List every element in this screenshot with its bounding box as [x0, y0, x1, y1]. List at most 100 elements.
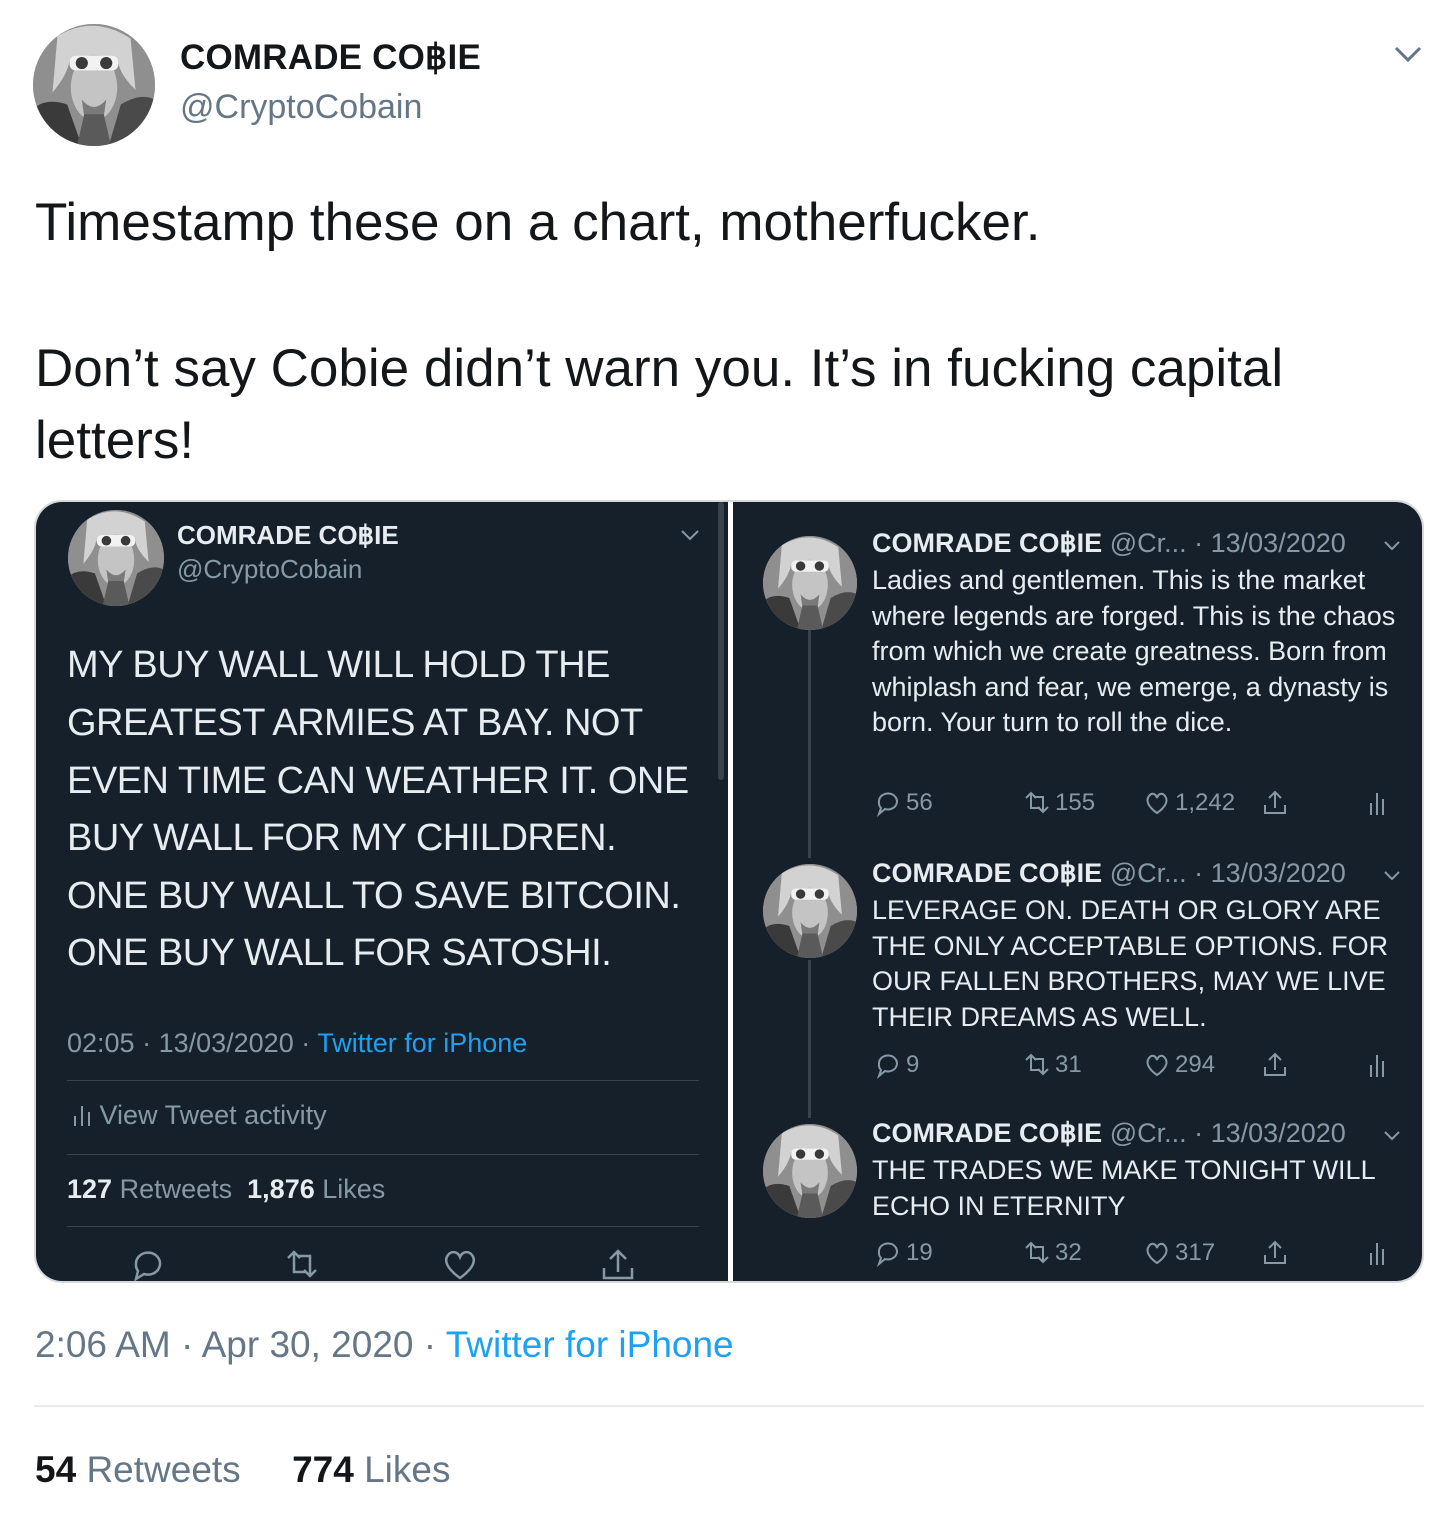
engagement-counts: 127 Retweets 1,876 Likes	[67, 1174, 385, 1205]
tweet-time[interactable]: 2:06 AM	[35, 1324, 171, 1365]
thread-line	[808, 960, 811, 1118]
tweet-timestamp: 2:06 AM · Apr 30, 2020 · Twitter for iPh…	[35, 1324, 734, 1365]
retweet-arrows-icon	[287, 1250, 317, 1278]
author-name: COMRADE CO฿IE	[872, 528, 1103, 558]
wall-text-line: ONE BUY WALL FOR SATOSHI.	[67, 932, 612, 974]
retweets-link[interactable]: 54 Retweets	[35, 1449, 251, 1490]
tweet-time: 02:05	[67, 1028, 135, 1058]
share-action	[1261, 1238, 1289, 1268]
speech-bubble-icon	[134, 1251, 162, 1281]
divider	[67, 1154, 699, 1155]
speech-bubble-icon	[876, 1242, 898, 1267]
avatar	[763, 864, 857, 958]
share-upload-icon	[602, 1249, 634, 1280]
author-handle: @Cr...	[1109, 528, 1187, 558]
tweet-date: 13/03/2020	[1210, 1118, 1346, 1148]
tweet-text: LEVERAGE ON. DEATH OR GLORY ARE THE ONLY…	[872, 895, 1389, 1032]
retweet-count: 31	[1055, 1051, 1082, 1078]
bar-chart-icon	[1370, 1055, 1384, 1077]
analytics-action	[1363, 1050, 1391, 1080]
scrollbar	[718, 502, 724, 780]
like-action: 294	[1143, 1050, 1215, 1080]
chevron-down-icon	[1384, 1131, 1400, 1141]
retweet-label: Retweets	[119, 1174, 233, 1204]
author-name[interactable]: COMRADE CO฿IE	[180, 38, 481, 78]
like-count: 1,876	[247, 1174, 315, 1204]
wall-text-line: MY BUY WALL WILL HOLD THE	[67, 644, 610, 686]
divider	[67, 1080, 699, 1081]
like-count: 1,242	[1175, 789, 1236, 816]
tweet-text-line: Timestamp these on a chart, motherfucker…	[35, 193, 1041, 252]
heart-outline-icon	[1146, 1242, 1168, 1265]
screenshot-right: COMRADE CO฿IE @Cr... · 13/03/2020 Ladies…	[733, 502, 1422, 1281]
tweet-text: THE TRADES WE MAKE TONIGHT WILL ECHO IN …	[872, 1155, 1375, 1221]
retweet-count: 32	[1055, 1239, 1082, 1266]
retweet-count: 127	[67, 1174, 113, 1204]
reply-action: 9	[874, 1050, 919, 1080]
retweet-label: Retweets	[86, 1449, 241, 1490]
tweet-source: Twitter for iPhone	[317, 1028, 528, 1058]
view-tweet-activity: View Tweet activity	[72, 1100, 327, 1131]
tweet-media[interactable]: COMRADE CO฿IE @CryptoCobain MY BUY WALL …	[34, 500, 1424, 1283]
retweet-action: 155	[1023, 788, 1095, 818]
share-upload-icon	[1264, 1052, 1286, 1076]
retweet-action: 31	[1023, 1050, 1082, 1080]
avatar	[68, 510, 164, 606]
bar-chart-icon	[1370, 793, 1384, 815]
chevron-down-icon[interactable]	[1392, 40, 1424, 68]
tweet-date[interactable]: Apr 30, 2020	[202, 1324, 414, 1365]
wall-text-line: BUY WALL FOR MY CHILDREN.	[67, 817, 617, 859]
retweet-action: 32	[1023, 1238, 1082, 1268]
chevron-down-icon	[1384, 871, 1400, 881]
thread-line	[808, 630, 811, 858]
retweet-arrows-icon	[1025, 1053, 1049, 1076]
reply-count: 19	[906, 1239, 933, 1266]
wall-text-line: ONE BUY WALL TO SAVE BITCOIN.	[67, 875, 681, 917]
tweet-source-link[interactable]: Twitter for iPhone	[446, 1324, 734, 1365]
tweet-date: 13/03/2020	[1210, 528, 1346, 558]
tweet-meta: 02:05 · 13/03/2020 · Twitter for iPhone	[67, 1028, 528, 1058]
reply-action: 56	[874, 788, 933, 818]
like-count: 774	[292, 1449, 354, 1490]
share-upload-icon	[1264, 1240, 1286, 1264]
author-name: COMRADE CO฿IE	[872, 1118, 1103, 1148]
retweet-arrows-icon	[1025, 1241, 1049, 1264]
author-name: COMRADE CO฿IE	[177, 520, 399, 550]
screenshot-left: COMRADE CO฿IE @CryptoCobain MY BUY WALL …	[36, 502, 728, 1281]
author-handle: @Cr...	[1109, 1118, 1187, 1148]
like-count: 294	[1175, 1051, 1216, 1078]
tweet-date: 13/03/2020	[1210, 858, 1346, 888]
retweet-arrows-icon	[1025, 791, 1049, 814]
reply-count: 56	[906, 789, 933, 816]
like-action: 317	[1143, 1238, 1215, 1268]
tweet-text: Ladies and gentlemen. This is the market…	[872, 565, 1396, 738]
tweet-text-paragraph: Don’t say Cobie didn’t warn you. It’s in…	[35, 339, 1284, 470]
speech-bubble-icon	[876, 1054, 898, 1079]
divider	[34, 1405, 1424, 1407]
share-action	[1261, 788, 1289, 818]
like-action: 1,242	[1143, 788, 1235, 818]
like-label: Likes	[322, 1174, 386, 1204]
share-action	[1261, 1050, 1289, 1080]
tweet-header: COMRADE CO฿IE @Cr... · 13/03/2020	[872, 1118, 1346, 1148]
author-avatar[interactable]	[33, 24, 155, 146]
speech-bubble-icon	[876, 792, 898, 817]
analytics-action	[1363, 788, 1391, 818]
tweet-header: COMRADE CO฿IE @Cr... · 13/03/2020	[872, 858, 1346, 888]
avatar	[763, 1124, 857, 1218]
wall-text-line: GREATEST ARMIES AT BAY. NOT	[67, 702, 643, 744]
bar-chart-icon	[1370, 1243, 1384, 1265]
likes-link[interactable]: 774 Likes	[292, 1449, 450, 1490]
author-name: COMRADE CO฿IE	[872, 858, 1103, 888]
author-handle: @Cr...	[1109, 858, 1187, 888]
bar-chart-icon	[74, 1106, 90, 1126]
author-handle[interactable]: @CryptoCobain	[180, 88, 422, 127]
like-count: 317	[1175, 1239, 1216, 1266]
share-upload-icon	[1264, 790, 1286, 814]
like-label: Likes	[364, 1449, 451, 1490]
activity-label: View Tweet activity	[99, 1100, 327, 1130]
divider	[67, 1226, 699, 1227]
tweet-date: 13/03/2020	[158, 1028, 294, 1058]
heart-outline-icon	[444, 1250, 476, 1280]
tweet-header: COMRADE CO฿IE @Cr... · 13/03/2020	[872, 528, 1346, 558]
